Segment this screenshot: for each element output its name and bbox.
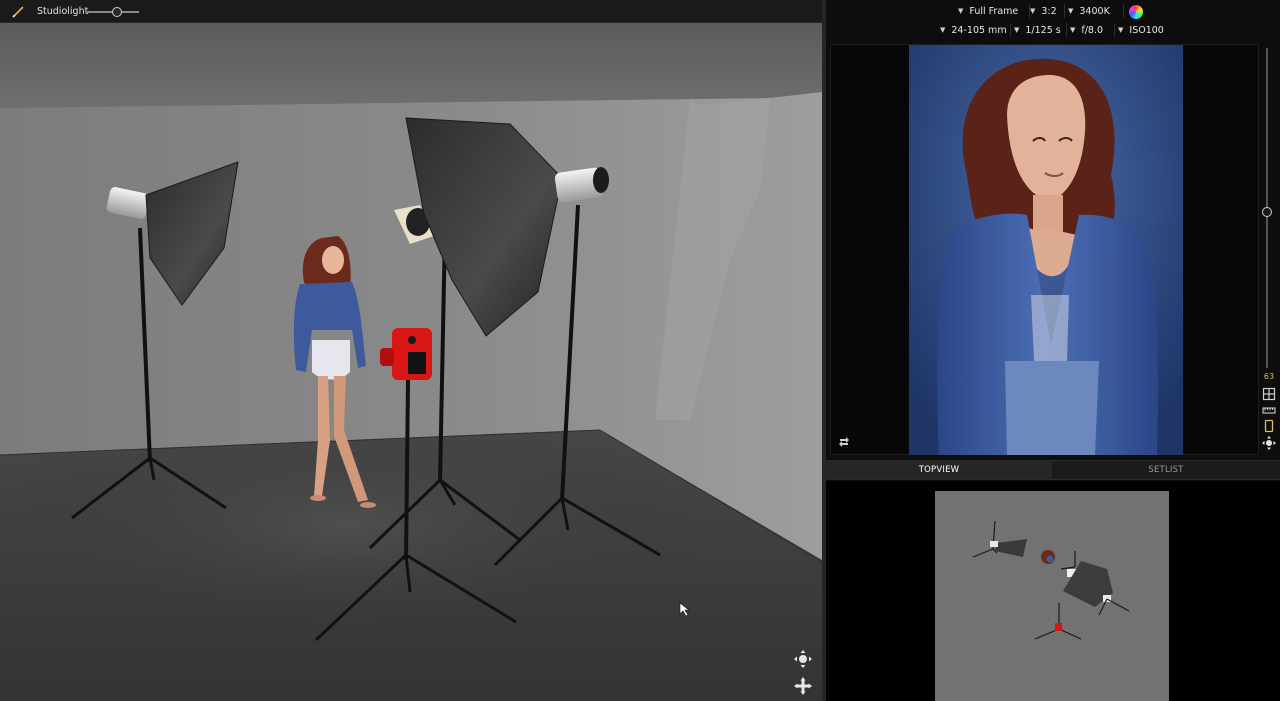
caret-down-icon: ▼: [1118, 26, 1124, 34]
grid-icon[interactable]: [1262, 387, 1276, 401]
white-balance-value: 3400K: [1079, 5, 1110, 17]
separator: [1066, 23, 1067, 37]
portrait-frame-icon[interactable]: [1262, 419, 1276, 433]
aperture-value: f/8.0: [1081, 24, 1104, 36]
ceiling: [0, 23, 822, 108]
move-icon[interactable]: [1262, 436, 1276, 450]
color-wheel-icon[interactable]: [1129, 5, 1143, 19]
iso-value: ISO100: [1129, 24, 1164, 36]
zoom-value: 63: [1263, 372, 1275, 381]
caret-down-icon: ▼: [1068, 7, 1074, 15]
caret-down-icon: ▼: [958, 7, 964, 15]
aspect-value: 3:2: [1041, 5, 1057, 17]
orbit-icon[interactable]: [793, 649, 813, 669]
pen-icon[interactable]: [11, 5, 25, 19]
pan-icon[interactable]: [793, 676, 813, 696]
studiolight-slider[interactable]: [87, 7, 139, 17]
preview-image: [909, 45, 1183, 455]
topview-map[interactable]: [935, 491, 1169, 701]
rotate-icon[interactable]: [837, 435, 851, 449]
aspect-dropdown[interactable]: ▼ 3:2: [1030, 2, 1057, 20]
zoom-slider[interactable]: [1260, 48, 1274, 368]
studio-scene[interactable]: [0, 23, 822, 701]
separator: [1123, 4, 1124, 18]
camera-preview[interactable]: [830, 44, 1259, 455]
iso-dropdown[interactable]: ▼ ISO100: [1118, 21, 1164, 39]
viewport-toolbar: Studiolight: [0, 0, 822, 23]
lens-dropdown[interactable]: ▼ 24-105 mm: [940, 21, 1007, 39]
white-balance-dropdown[interactable]: ▼ 3400K: [1068, 2, 1110, 20]
camera-panel: ▼ Full Frame ▼ 3:2 ▼ 3400K ▼ 24-105 mm ▼…: [826, 0, 1280, 701]
camera-settings-row-2: ▼ 24-105 mm ▼ 1/125 s ▼ f/8.0 ▼ ISO100: [826, 21, 1280, 41]
tab-setlist[interactable]: SETLIST: [1052, 461, 1280, 479]
topview-panel: [826, 481, 1280, 701]
sensor-value: Full Frame: [969, 5, 1019, 17]
caret-down-icon: ▼: [1014, 26, 1020, 34]
caret-down-icon: ▼: [940, 26, 946, 34]
separator: [1064, 4, 1065, 18]
lens-value: 24-105 mm: [951, 24, 1007, 36]
topview-model: [1041, 550, 1055, 564]
ruler-icon[interactable]: [1262, 403, 1276, 417]
caret-down-icon: ▼: [1030, 7, 1036, 15]
studio-viewport[interactable]: Studiolight: [0, 0, 822, 701]
shutter-dropdown[interactable]: ▼ 1/125 s: [1014, 21, 1061, 39]
camera-settings-row-1: ▼ Full Frame ▼ 3:2 ▼ 3400K: [826, 2, 1280, 22]
slider-knob[interactable]: [1262, 207, 1272, 217]
aperture-dropdown[interactable]: ▼ f/8.0: [1070, 21, 1103, 39]
shutter-value: 1/125 s: [1025, 24, 1061, 36]
view-tabs: TOPVIEW SETLIST: [826, 460, 1280, 480]
tab-topview[interactable]: TOPVIEW: [826, 461, 1052, 479]
separator: [1010, 23, 1011, 37]
studiolight-label: Studiolight: [37, 6, 89, 17]
sensor-dropdown[interactable]: ▼ Full Frame: [958, 2, 1018, 20]
slider-knob[interactable]: [112, 7, 122, 17]
caret-down-icon: ▼: [1070, 26, 1076, 34]
separator: [1114, 23, 1115, 37]
